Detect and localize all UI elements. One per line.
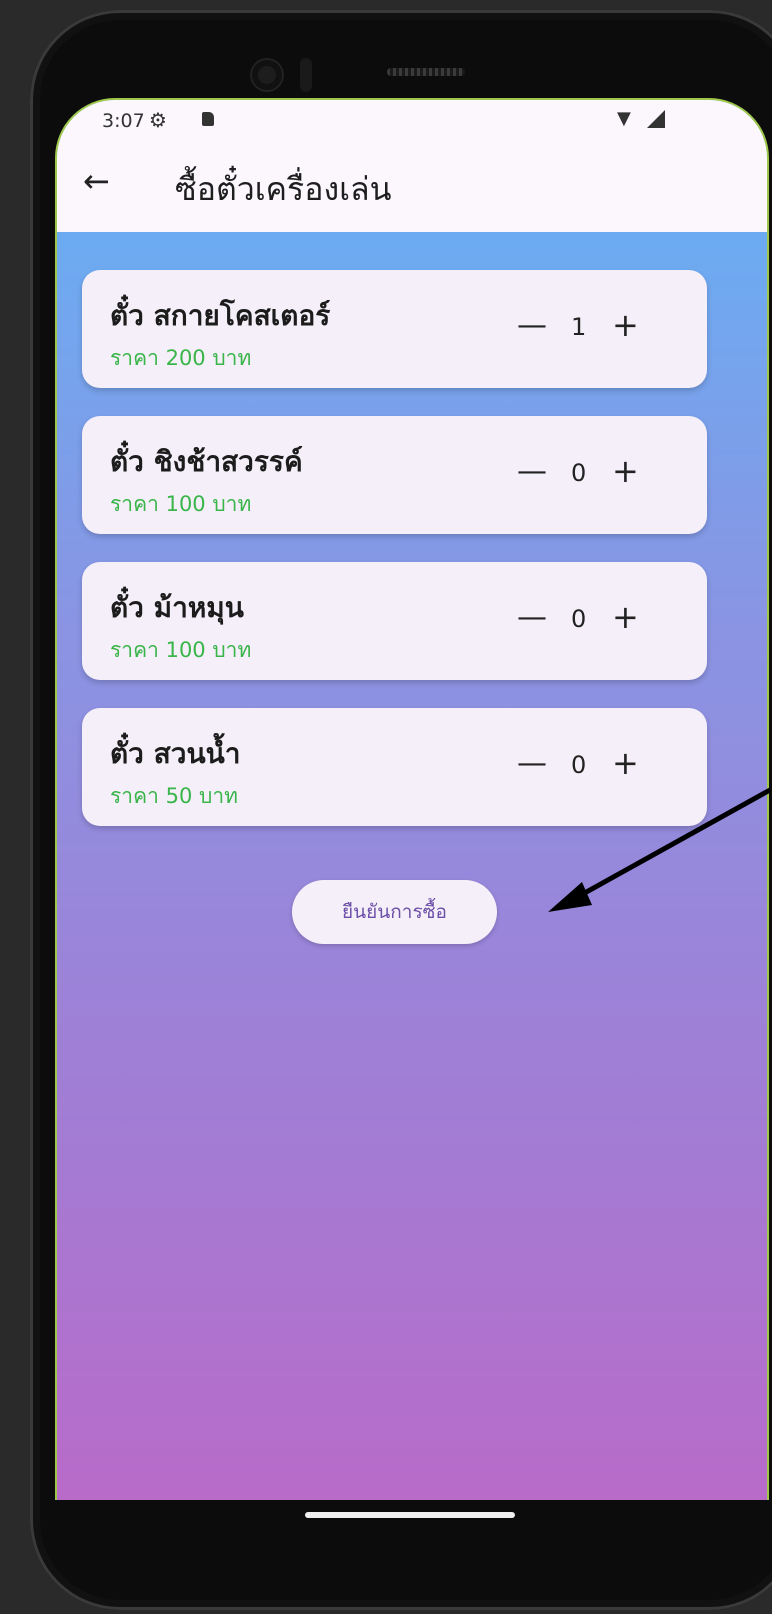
annotation-arrow-icon bbox=[548, 787, 772, 912]
